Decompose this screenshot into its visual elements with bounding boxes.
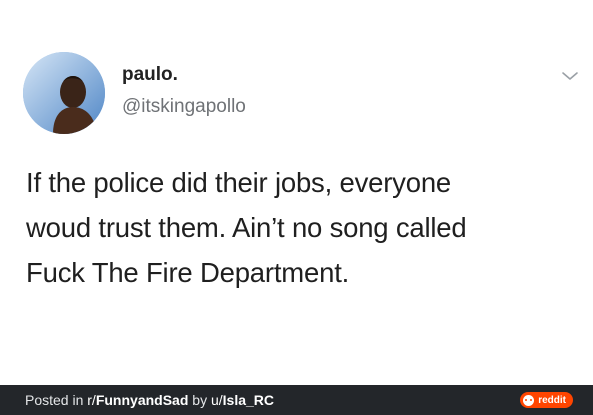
reddit-snoo-icon: [523, 394, 535, 406]
posted-in-label: Posted in: [25, 392, 88, 408]
reddit-logo-badge[interactable]: reddit: [520, 392, 573, 408]
tweet-text: If the police did their jobs, everyone w…: [26, 160, 571, 295]
profile-photo-icon: [23, 52, 105, 134]
username: Isla_RC: [222, 392, 275, 408]
subreddit-name: FunnyandSad: [95, 392, 189, 408]
by-label: by: [188, 392, 211, 408]
reddit-footer-bar: Posted in r/FunnyandSad by u/Isla_RC red…: [0, 385, 593, 415]
tweet-text-line: If the police did their jobs, everyone: [26, 167, 452, 198]
avatar[interactable]: [23, 52, 105, 134]
tweet-card: paulo. @itskingapollo If the police did …: [0, 0, 593, 385]
chevron-down-icon[interactable]: [559, 68, 581, 84]
tweet-text-line: Fuck The Fire Department.: [26, 257, 350, 288]
reddit-brand-label: reddit: [538, 394, 566, 406]
display-name[interactable]: paulo.: [122, 64, 178, 86]
post-credit: Posted in r/FunnyandSad by u/Isla_RC: [25, 392, 274, 408]
subreddit-prefix: r/: [87, 392, 96, 408]
user-prefix: u/: [210, 392, 223, 408]
user-handle[interactable]: @itskingapollo: [122, 96, 246, 118]
subreddit-link[interactable]: r/FunnyandSad: [87, 392, 188, 408]
username-link[interactable]: u/Isla_RC: [211, 392, 274, 408]
tweet-text-line: woud trust them. Ain’t no song called: [26, 212, 467, 243]
